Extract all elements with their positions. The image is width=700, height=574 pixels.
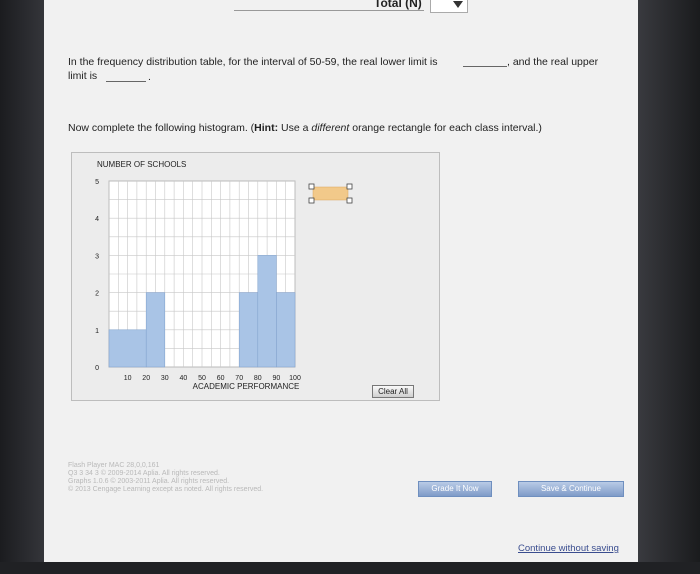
histogram-chart[interactable]: 0 1 2 3 4 5 10 20 30 40 50 60 70 80 90 100 NUMBER OF S… bbox=[72, 153, 439, 400]
hint-post: orange rectangle for each class interval… bbox=[349, 122, 542, 134]
orange-rectangle-tool[interactable] bbox=[308, 183, 353, 204]
x-tick-label: 100 bbox=[289, 375, 301, 382]
template-rectangle[interactable] bbox=[312, 186, 349, 201]
y-tick-label: 5 bbox=[95, 179, 99, 186]
x-tick-label: 10 bbox=[124, 375, 132, 382]
x-tick-label: 80 bbox=[254, 375, 262, 382]
lower-limit-blank[interactable] bbox=[463, 66, 507, 67]
x-tick-label: 30 bbox=[161, 375, 169, 382]
y-tick-label: 3 bbox=[95, 253, 99, 260]
y-tick-label: 2 bbox=[95, 291, 99, 298]
resize-handle[interactable] bbox=[308, 197, 315, 204]
upper-limit-blank[interactable] bbox=[106, 81, 146, 82]
resize-handle[interactable] bbox=[308, 183, 315, 190]
question-text-period: . bbox=[148, 71, 151, 83]
question-text-part1: In the frequency distribution table, for… bbox=[68, 56, 438, 68]
footer-line: Graphs 1.0.6 © 2003-2011 Aplia. All righ… bbox=[68, 478, 230, 485]
histogram-bar[interactable] bbox=[108, 329, 147, 368]
footer-line: © 2013 Cengage Learning except as noted.… bbox=[68, 486, 264, 493]
y-tick-label: 0 bbox=[95, 365, 99, 372]
total-dropdown[interactable] bbox=[430, 0, 468, 13]
resize-handle[interactable] bbox=[346, 183, 353, 190]
header-divider bbox=[234, 10, 424, 11]
instruction-lead: Now complete the following histogram. ( bbox=[68, 122, 255, 134]
photo-frame-right bbox=[636, 0, 700, 574]
question-text-part3: limit is bbox=[68, 70, 98, 82]
footer-line: Flash Player MAC 28,0,0,161 bbox=[68, 462, 160, 469]
histogram-bar[interactable] bbox=[238, 292, 259, 368]
x-tick-label: 90 bbox=[273, 375, 281, 382]
save-continue-button[interactable]: Save & Continue bbox=[518, 481, 624, 497]
x-axis-label: ACADEMIC PERFORMANCE bbox=[193, 382, 300, 391]
grade-it-now-button[interactable]: Grade It Now bbox=[418, 481, 492, 497]
histogram-bar[interactable] bbox=[257, 255, 277, 368]
hint-label: Hint: bbox=[254, 122, 279, 134]
total-label: Total (N) bbox=[374, 0, 422, 10]
dropdown-arrow-icon bbox=[453, 1, 463, 8]
y-tick-label: 4 bbox=[95, 216, 99, 223]
x-tick-label: 70 bbox=[235, 375, 243, 382]
clear-all-button[interactable]: Clear All bbox=[372, 385, 414, 398]
x-tick-label: 40 bbox=[180, 375, 188, 382]
x-tick-label: 20 bbox=[142, 375, 150, 382]
hint-pre: Use a bbox=[278, 122, 312, 134]
footer-line: Q3 3 34 3 © 2009-2014 Aplia. All rights … bbox=[68, 470, 220, 477]
histogram-instruction: Now complete the following histogram. (H… bbox=[68, 122, 542, 134]
y-tick-label: 1 bbox=[95, 328, 99, 335]
histogram-bar[interactable] bbox=[276, 292, 296, 368]
resize-handle[interactable] bbox=[346, 197, 353, 204]
assignment-page: Total (N) In the frequency distribution … bbox=[44, 0, 638, 562]
histogram-panel: 0 1 2 3 4 5 10 20 30 40 50 60 70 80 90 100 NUMBER OF S… bbox=[71, 152, 440, 401]
x-tick-label: 50 bbox=[198, 375, 206, 382]
y-axis-label: NUMBER OF SCHOOLS bbox=[97, 160, 186, 169]
photo-frame-bottom bbox=[0, 562, 700, 574]
photo-frame-left bbox=[0, 0, 44, 574]
x-tick-label: 60 bbox=[217, 375, 225, 382]
question-text-part2: , and the real upper bbox=[507, 56, 599, 68]
hint-emphasis: different bbox=[311, 122, 350, 134]
histogram-bar[interactable] bbox=[145, 292, 166, 368]
copyright-footer: Flash Player MAC 28,0,0,161 Q3 3 34 3 © … bbox=[68, 462, 263, 494]
continue-without-saving-link[interactable]: Continue without saving bbox=[518, 543, 619, 554]
